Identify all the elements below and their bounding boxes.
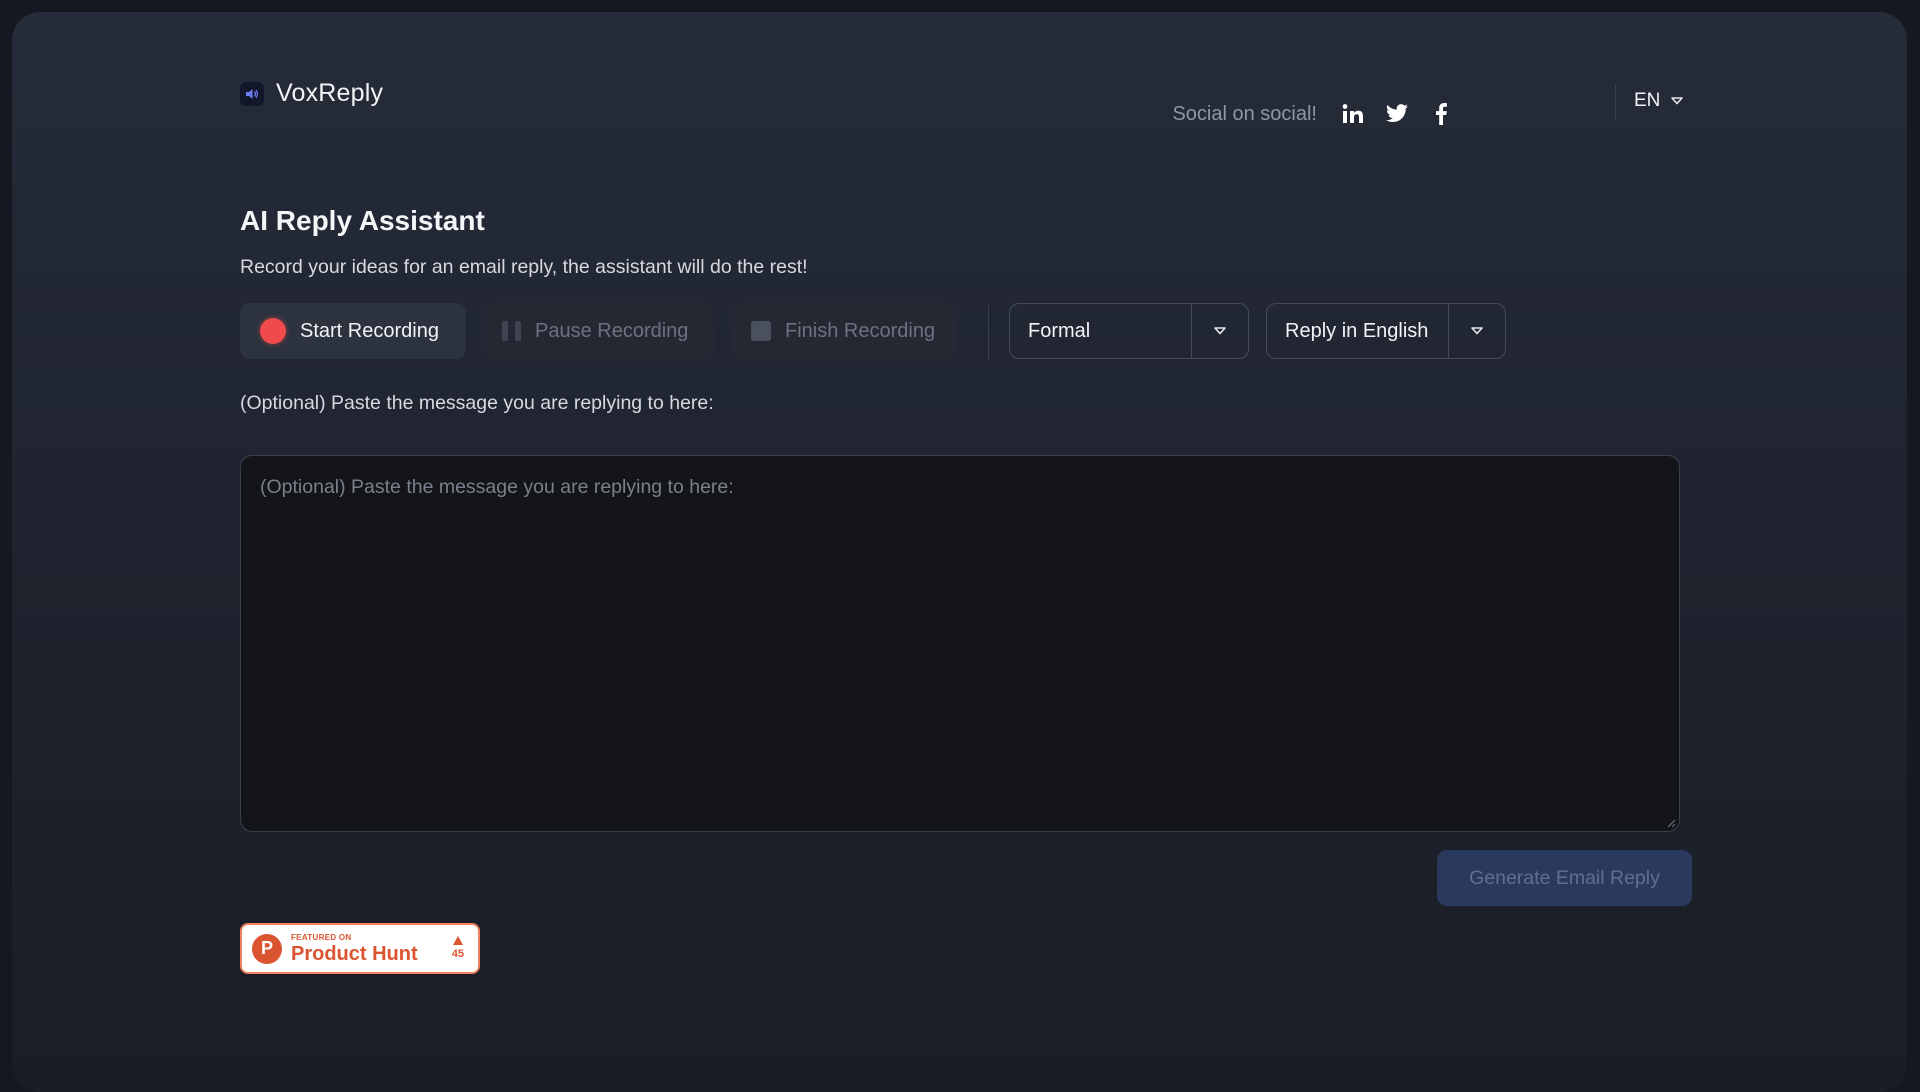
record-icon [260, 318, 286, 344]
chevron-down-icon [1448, 304, 1505, 358]
message-label: (Optional) Paste the message you are rep… [240, 392, 714, 414]
app-window: VoxReply Social on social! EN AI Reply A… [12, 12, 1907, 1092]
finish-recording-label: Finish Recording [785, 319, 936, 342]
product-hunt-featured: FEATURED ON [291, 932, 352, 942]
page-subtitle: Record your ideas for an email reply, th… [240, 256, 808, 278]
controls-divider [988, 305, 989, 361]
tone-select[interactable]: Formal [1009, 303, 1249, 359]
brand-name: VoxReply [276, 79, 384, 107]
upvote-arrow-icon [452, 936, 463, 946]
brand-logo[interactable]: VoxReply [240, 79, 383, 108]
language-label: EN [1634, 90, 1661, 111]
social-links: Social on social! [1172, 102, 1453, 126]
recording-controls: Start Recording Pause Recording Finish R… [240, 303, 1540, 361]
chevron-down-icon [1670, 90, 1684, 112]
resize-handle-icon[interactable] [1666, 818, 1676, 828]
product-hunt-logo-icon: P [252, 933, 282, 964]
speaker-icon [240, 81, 264, 106]
start-recording-button[interactable]: Start Recording [240, 303, 466, 359]
reply-language-select[interactable]: Reply in English [1266, 303, 1506, 359]
pause-recording-label: Pause Recording [535, 319, 689, 342]
finish-recording-button[interactable]: Finish Recording [731, 303, 957, 359]
header-divider [1615, 84, 1616, 120]
start-recording-label: Start Recording [300, 319, 439, 342]
pause-recording-button[interactable]: Pause Recording [482, 303, 715, 359]
language-selector[interactable]: EN [1634, 90, 1684, 112]
message-textarea[interactable] [240, 455, 1680, 832]
pause-icon [502, 321, 521, 341]
chevron-down-icon [1191, 304, 1248, 358]
product-hunt-votes: 45 [452, 936, 468, 960]
product-hunt-name: Product Hunt [291, 942, 418, 965]
twitter-icon[interactable] [1385, 102, 1409, 126]
facebook-icon[interactable] [1429, 102, 1453, 126]
linkedin-icon[interactable] [1341, 102, 1365, 126]
vote-count: 45 [451, 948, 464, 961]
page-title: AI Reply Assistant [240, 205, 485, 236]
reply-language-value: Reply in English [1285, 319, 1429, 342]
product-hunt-badge[interactable]: P FEATURED ON Product Hunt 45 [240, 923, 480, 974]
page-container: VoxReply Social on social! EN AI Reply A… [240, 12, 1692, 1080]
social-tagline: Social on social! [1172, 102, 1317, 125]
generate-email-reply-button[interactable]: Generate Email Reply [1437, 850, 1692, 906]
stop-icon [751, 321, 771, 341]
tone-select-value: Formal [1028, 319, 1091, 342]
product-hunt-text: FEATURED ON Product Hunt [291, 932, 418, 965]
